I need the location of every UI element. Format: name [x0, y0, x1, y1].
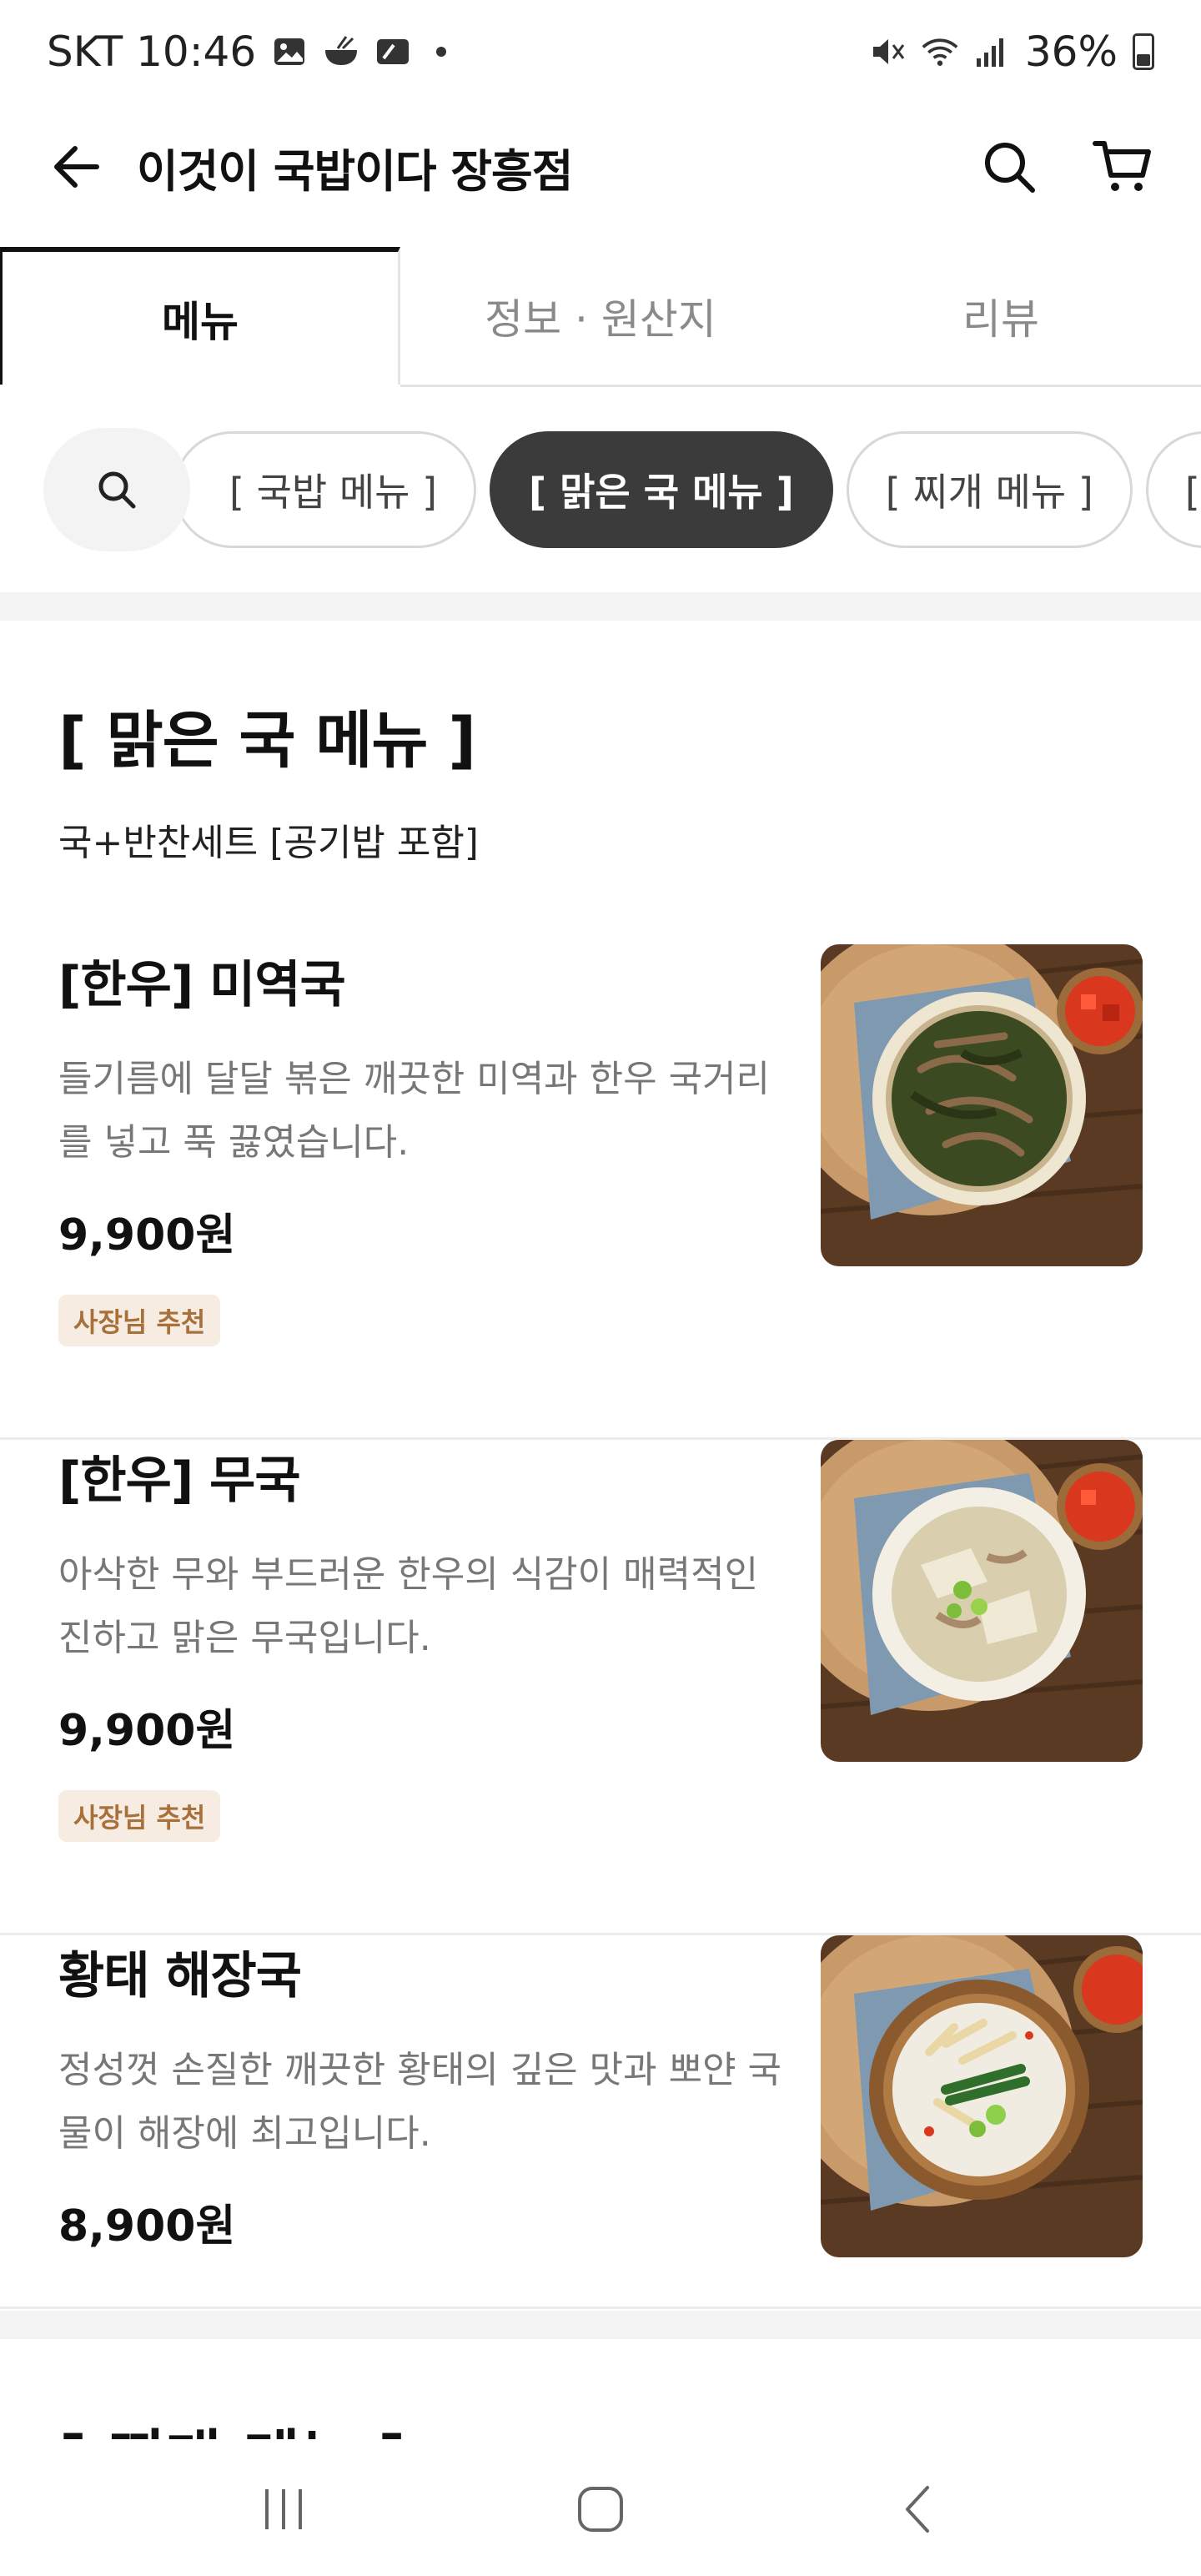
- battery-percent: 36%: [1024, 28, 1118, 76]
- recommend-badge: 사장님 추천: [58, 1295, 221, 1346]
- menu-item-name: [한우] 무국: [58, 1452, 301, 1510]
- store-title: 이것이 국밥이다 장흥점: [137, 144, 573, 198]
- pollack-soup-photo: [821, 1935, 1143, 2257]
- menu-item[interactable]: 황태 해장국 정성껏 손질한 깨끗한 황태의 깊은 맛과 뽀얀 국물이 해장에 …: [0, 1935, 1201, 2309]
- cart-icon[interactable]: [1093, 137, 1153, 197]
- gallery-icon: [271, 33, 308, 70]
- bowl-icon: [323, 33, 359, 70]
- app-header: 이것이 국밥이다 장흥점: [0, 103, 1201, 230]
- menu-item[interactable]: [한우] 무국 아삭한 무와 부드러운 한우의 식감이 매력적인 진하고 맑은 …: [0, 1440, 1201, 1935]
- next-section-label: [ 찌개 메뉴 ]: [58, 2414, 475, 2439]
- category-chip-gukbap[interactable]: [ 국밥 메뉴 ]: [173, 431, 477, 548]
- section-divider: [0, 2311, 1201, 2339]
- category-chip-tang[interactable]: [ 탕 메뉴 ]: [1145, 431, 1201, 548]
- system-nav-bar: [0, 2443, 1201, 2576]
- store-tabs: 메뉴 정보 · 원산지 리뷰: [0, 247, 1201, 387]
- chip-search-icon: [98, 471, 136, 509]
- menu-item-description: 들기름에 달달 볶은 깨끗한 미역과 한우 국거리를 넣고 푹 끓였습니다.: [58, 1058, 771, 1164]
- radish-soup-photo: [821, 1440, 1143, 1762]
- tab-reviews[interactable]: 리뷰: [801, 247, 1201, 385]
- carrier-time: SKT 10:46: [47, 28, 257, 76]
- battery-icon: [1133, 33, 1154, 70]
- category-search-button[interactable]: [43, 428, 190, 551]
- seaweed-soup-photo: [821, 944, 1143, 1266]
- section-divider: [0, 592, 1201, 621]
- menu-item-price: 9,900원: [58, 1210, 236, 1260]
- signal-icon: [973, 33, 1010, 70]
- menu-item-name: [한우] 미역국: [58, 956, 346, 1014]
- tab-info-origin[interactable]: 정보 · 원산지: [400, 247, 801, 385]
- card-icon: [374, 33, 411, 70]
- next-section-title: [ 찌개 메뉴 ]: [58, 2414, 475, 2439]
- menu-item-description: 아삭한 무와 부드러운 한우의 식감이 매력적인 진하고 맑은 무국입니다.: [58, 1553, 759, 1659]
- section-subtitle: 국+반찬세트 [공기밥 포함]: [58, 822, 479, 864]
- recommend-badge: 사장님 추천: [58, 1790, 221, 1842]
- menu-item-description: 정성껏 손질한 깨끗한 황태의 깊은 맛과 뽀얀 국물이 해장에 최고입니다.: [58, 2049, 782, 2155]
- menu-item-price: 8,900원: [58, 2201, 236, 2251]
- status-left: SKT 10:46: [47, 28, 447, 76]
- section-title: [ 맑은 국 메뉴 ]: [58, 705, 476, 777]
- notification-dot: [436, 47, 447, 57]
- menu-item-price: 9,900원: [58, 1706, 236, 1756]
- back-arrow-icon[interactable]: [48, 140, 102, 194]
- header-actions: [979, 137, 1153, 197]
- mute-icon: [870, 33, 907, 70]
- home-icon[interactable]: [559, 2468, 642, 2551]
- menu-item[interactable]: [한우] 미역국 들기름에 달달 볶은 깨끗한 미역과 한우 국거리를 넣고 푹…: [0, 944, 1201, 1440]
- search-icon[interactable]: [979, 137, 1039, 197]
- category-chips: [ 국밥 메뉴 ] [ 맑은 국 메뉴 ] [ 찌개 메뉴 ] [ 탕 메뉴 ]: [0, 427, 1201, 552]
- status-right: 36%: [870, 28, 1154, 76]
- recent-apps-icon[interactable]: [242, 2468, 325, 2551]
- back-icon[interactable]: [876, 2468, 959, 2551]
- tab-menu[interactable]: 메뉴: [0, 247, 400, 387]
- menu-item-name: 황태 해장국: [58, 1947, 302, 2005]
- wifi-icon: [922, 33, 958, 70]
- status-bar: SKT 10:46 36%: [0, 0, 1201, 103]
- category-chip-stew[interactable]: [ 찌개 메뉴 ]: [846, 431, 1133, 548]
- category-chip-clear-soup[interactable]: [ 맑은 국 메뉴 ]: [490, 431, 833, 548]
